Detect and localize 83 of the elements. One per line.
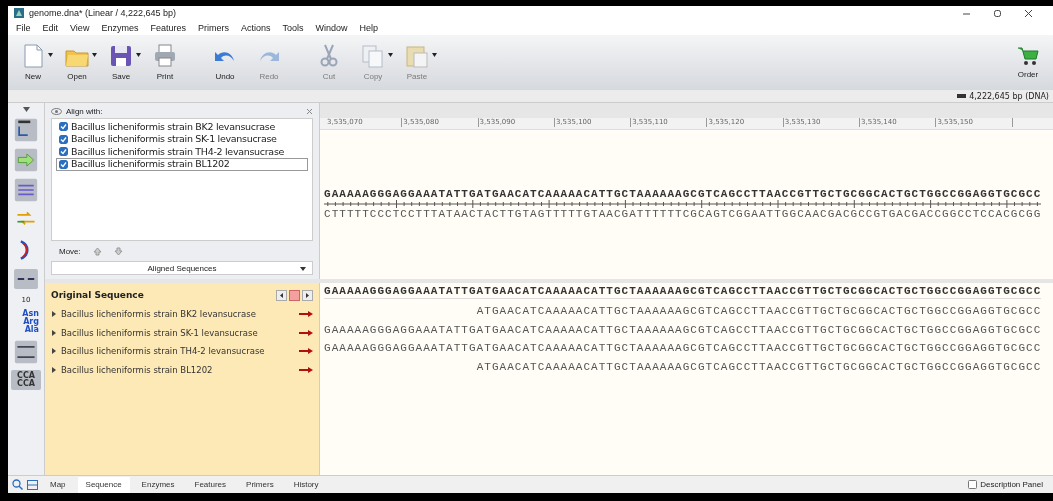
app-logo-icon [14,8,24,18]
next-icon[interactable] [302,289,313,301]
aligned-sequence: GAAAAAGGGAGGAAATATTGATGAACATCAAAAACATTGCTAAAAAAGCGTCAGCCTTAACCGTTGCTGCGGCACTGCTGGCCGGAGGTGCGCC [324,322,1042,338]
previous-icon[interactable] [276,289,287,301]
toolbar-button[interactable]: Save [100,41,142,83]
view-tab[interactable]: Enzymes [133,476,183,493]
menu-item[interactable]: File [16,22,31,33]
clipboard-icon [404,43,430,69]
menu-item[interactable]: Help [359,22,378,33]
sequence-list-item[interactable]: Bacillus licheniformis strain BK2 levansucrase [56,120,308,134]
reference-sequence: GAAAAAGGGAGGAAATATTGATGAACATCAAAAACATTGCTAAAAAAGCGTCAGCCTTAACCGTTGCTGCGGCACTGCTGGCCGGAGGTGCGCC [324,283,1042,299]
bottom-strand: CTTTTTCCCTCCTTTATAACTACTTGTAGTTTTTGTAACGATTTTTTCGCAGTCGGAATTGGCAACGACGCCGTGACGACCGGCCTCCACGCGG [324,208,1043,220]
ruler-icon[interactable] [13,118,39,142]
panel-title: Align with: [66,106,103,116]
view-tab[interactable]: Map [42,476,74,493]
dropdown-caret-icon[interactable] [48,53,53,57]
map-bar-icon[interactable] [13,340,39,364]
menu-item[interactable]: View [70,22,90,33]
view-tab[interactable]: History [285,476,327,493]
checkbox[interactable] [968,480,978,489]
search-icon[interactable] [12,479,23,490]
length-bar-icon [957,94,967,98]
menu-item[interactable]: Features [150,22,186,33]
eye-icon[interactable] [51,107,62,115]
menu-item[interactable]: Edit [42,22,59,33]
expand-triangle-icon[interactable] [51,311,57,318]
dropdown-caret-icon[interactable] [136,53,141,57]
expand-triangle-icon[interactable] [51,329,57,336]
aligned-sequence: ATGAACATCAAAAACATTGCTAAAAAAGCGTCAGCCTTAACCGTTGCTGCGGCACTGCTGGCCGGAGGTGCGCC [476,304,1042,319]
menu-item[interactable]: Enzymes [101,22,139,33]
close-icon[interactable] [1024,8,1033,18]
codon-tool[interactable]: CCA CCA [11,370,41,390]
printer-icon [152,43,178,69]
sequence-name[interactable]: Bacillus licheniformis strain BK2 levansucrase [61,309,256,320]
direction-arrow-icon [299,348,313,355]
copy-pages-icon [360,43,386,69]
dropdown[interactable]: Aligned Sequences [51,261,313,275]
checkbox[interactable] [59,147,68,157]
checkbox[interactable] [59,122,68,132]
dropdown-caret-icon[interactable] [92,53,97,57]
sequence-list-item[interactable]: Bacillus licheniformis strain SK-1 levansucrase [56,133,308,146]
menu-item[interactable]: Tools [282,22,304,33]
top-strand: GAAAAAGGGAGGAAATATTGATGAACATCAAAAACATTGCTAAAAAAGCGTCAGCCTTAACCGTTGCTGCGGCACTGCTGGCCGGAGGTGCGCC [324,188,1043,200]
move-label: Move: [59,246,81,256]
caret-down-icon[interactable] [22,107,30,112]
color-swatch-icon[interactable] [289,289,300,301]
window-title: genome.dna* (Linear / 4,222,645 bp) [29,8,177,18]
base-scale-icon [324,200,1041,208]
translation-tool[interactable]: Asn Arg Ala [13,310,39,334]
strands-icon[interactable] [13,178,39,202]
direction-arrow-icon [299,311,313,318]
caret-down-icon [300,267,306,272]
sequence-list-item[interactable]: Bacillus licheniformis strain TH4-2 levansucrase [56,145,308,159]
view-tab[interactable]: Features [186,476,235,493]
order-button[interactable]: Order [1007,43,1049,81]
menu-item[interactable]: Window [315,22,348,33]
menu-item[interactable]: Actions [240,22,271,33]
menu-item[interactable]: Primers [197,22,229,33]
direction-arrow-icon [299,366,313,373]
expand-triangle-icon[interactable] [51,366,57,373]
toolbar-button[interactable]: Undo [204,41,246,83]
aligned-sequence: GAAAAAGGGAGGAAATATTGATGAACATCAAAAACATTGCTAAAAAAGCGTCAGCCTTAACCGTTGCTGCGGCACTGCTGGCCGGAGGTGCGCC [324,341,1042,356]
sequence-name[interactable]: Bacillus licheniformis strain BL1202 [61,364,213,375]
aligned-sequence: ATGAACATCAAAAACATTGCTAAAAAAGCGTCAGCCTTAACCGTTGCTGCGGCACTGCTGGCCGGAGGTGCGCC [476,359,1042,375]
checkbox[interactable] [59,159,68,169]
restore-icon[interactable] [993,8,1002,18]
toolbar-button[interactable]: Print [144,41,186,83]
panel-title: Original Sequence [51,290,144,300]
toolbar-button[interactable]: Open [56,41,98,83]
sequence-list-item[interactable]: Bacillus licheniformis strain BL1202 [56,158,308,171]
expand-triangle-icon[interactable] [51,348,57,355]
checkbox[interactable] [59,134,68,144]
view-tab[interactable]: Primers [238,476,282,493]
checkbox-label: Description Panel [980,480,1043,489]
shopping-cart-icon [1017,45,1039,67]
sequence-name[interactable]: Bacillus licheniformis strain TH4-2 levansucrase [61,346,265,357]
toolbar-button[interactable]: New [12,41,54,83]
minus-bar-icon[interactable] [13,268,39,290]
sequence-length: 4,222,645 bp (DNA) [969,91,1049,101]
panel-layout-icon[interactable] [27,479,38,490]
direction-arrow-icon [299,329,313,336]
view-tab[interactable]: Sequence [77,476,130,493]
sequence-name[interactable]: Bacillus licheniformis strain SK-1 levansucrase [61,327,258,338]
